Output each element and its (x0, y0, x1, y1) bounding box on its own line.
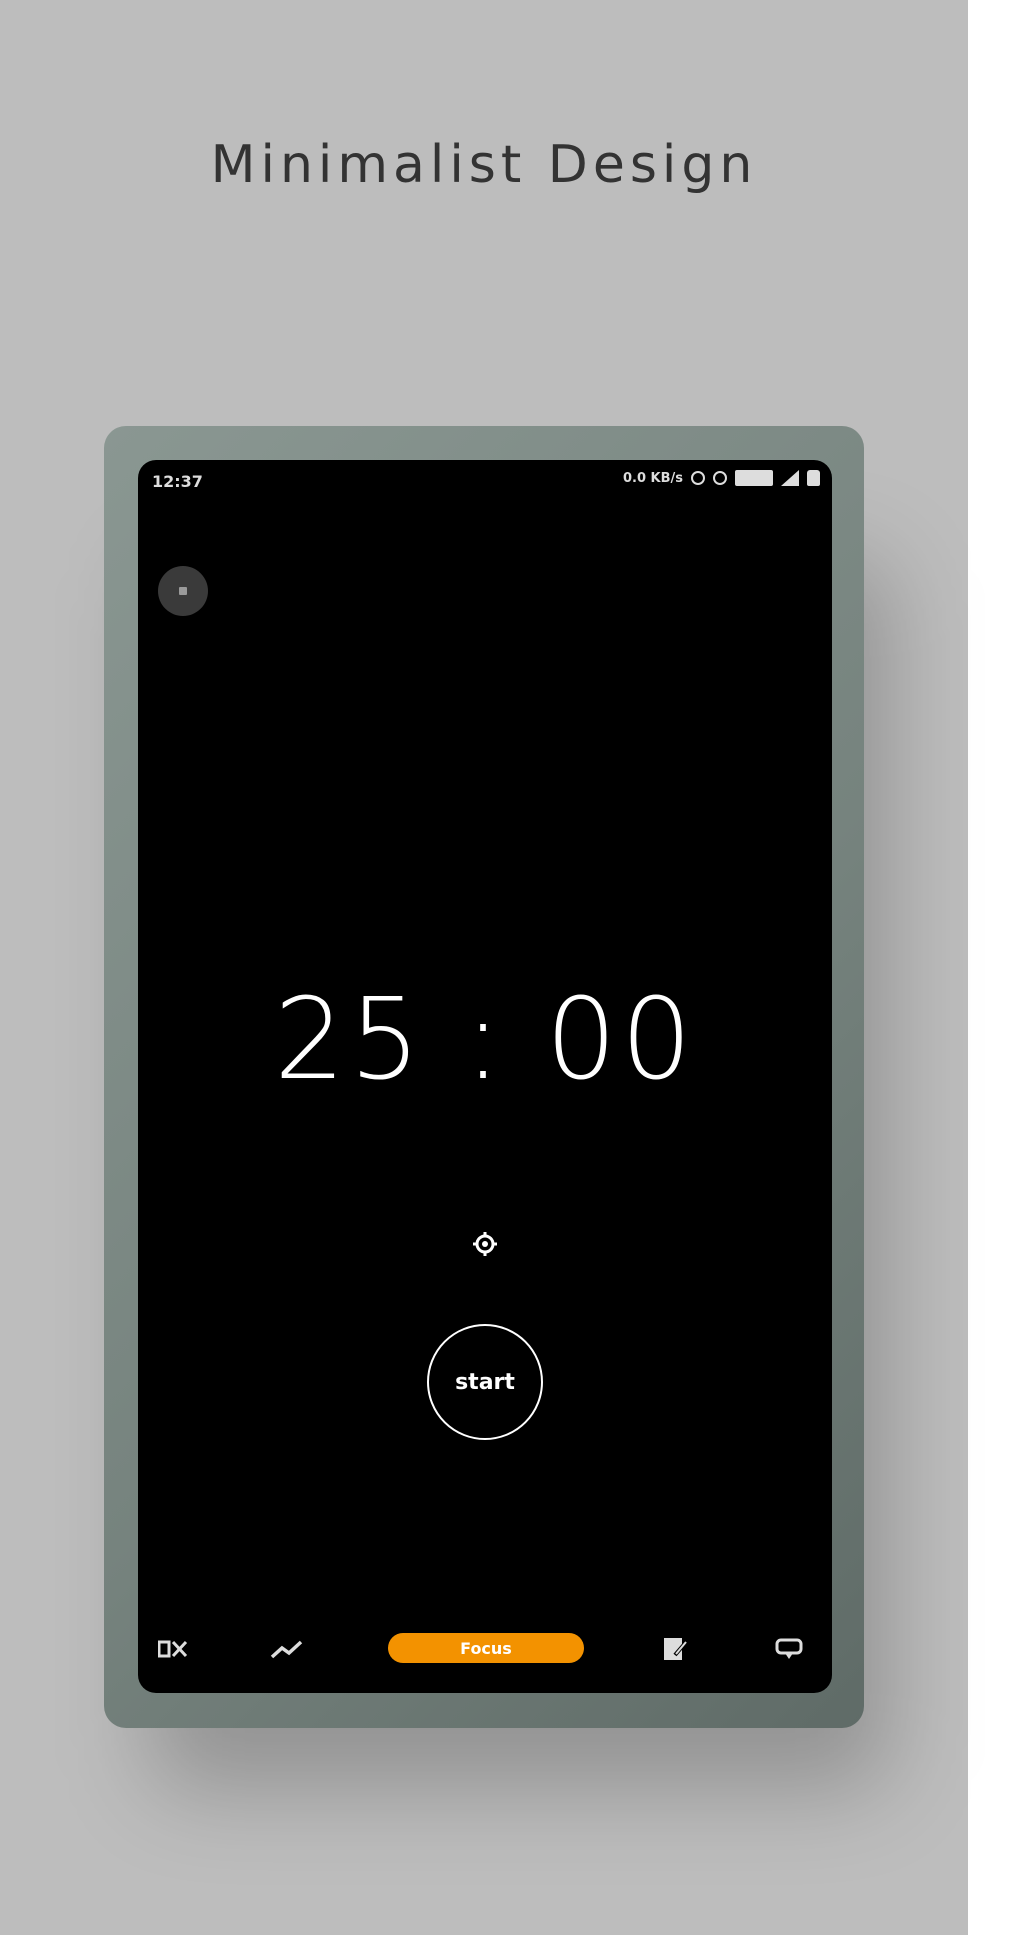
promo-headline: Minimalist Design (210, 135, 758, 195)
timer-settings-button[interactable] (471, 1230, 499, 1258)
volte-icon (735, 470, 773, 486)
promo-panel: Minimalist Design 12:37 0.0 KB/s 25: 00… (0, 0, 968, 1935)
start-button[interactable]: start (427, 1324, 543, 1440)
tab-stats[interactable] (156, 1635, 190, 1663)
trend-icon (270, 1640, 303, 1659)
tab-focus[interactable]: Focus (388, 1633, 584, 1663)
network-speed: 0.0 KB/s (622, 470, 683, 486)
status-time: 12:37 (152, 472, 203, 491)
bottom-tabbar: Focus (138, 1629, 832, 1669)
grid-icon (158, 1640, 188, 1658)
tab-notes[interactable] (658, 1635, 692, 1663)
wifi-icon (713, 471, 727, 485)
status-bar: 12:37 0.0 KB/s (138, 460, 832, 504)
chat-icon (775, 1638, 803, 1659)
phone-screen: 12:37 0.0 KB/s 25 : 00 start Focus (138, 460, 832, 1693)
tab-chat[interactable] (772, 1635, 806, 1663)
signal-icon (781, 470, 799, 486)
notes-icon (664, 1638, 689, 1660)
battery-icon (807, 470, 820, 486)
timer-display: 25 : 00 (274, 975, 696, 1105)
menu-icon (179, 587, 187, 595)
alarm-icon (691, 471, 705, 485)
menu-button[interactable] (158, 566, 208, 616)
device-frame: 12:37 0.0 KB/s 25 : 00 start Focus (104, 426, 864, 1728)
tab-trends[interactable] (270, 1635, 304, 1663)
app-canvas: Minimalist Design 12:37 0.0 KB/s 25: 00… (0, 0, 1020, 1935)
status-icons: 0.0 KB/s (623, 470, 820, 486)
gear-icon (473, 1232, 497, 1256)
